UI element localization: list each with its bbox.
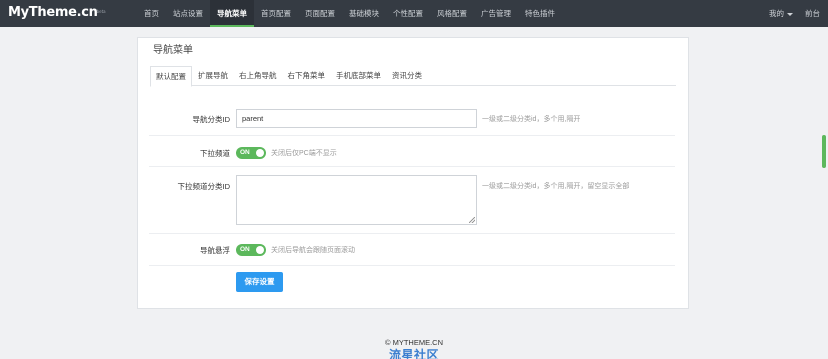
nav-item-ads[interactable]: 广告管理 (474, 0, 518, 27)
toggle-knob (256, 149, 264, 157)
user-menu[interactable]: 我的 (769, 8, 793, 19)
settings-tabs: 默认配置 扩展导航 右上角导航 右下角菜单 手机底部菜单 资讯分类 (150, 66, 676, 87)
nav-item-personal-config[interactable]: 个性配置 (386, 0, 430, 27)
toggle-state-label: ON (240, 246, 250, 253)
tab-news-categories[interactable]: 资讯分类 (387, 66, 427, 86)
dropdown-category-hint: 一级或二级分类id，多个用,隔开，留空显示全部 (482, 183, 630, 190)
row-divider (149, 233, 675, 234)
row-divider (149, 265, 675, 266)
chevron-down-icon (787, 12, 793, 16)
nav-float-label: 导航悬浮 (200, 246, 230, 255)
logo[interactable]: MyTheme.cn beta (8, 4, 106, 21)
watermark-logo: 流星社区 (388, 348, 439, 359)
logo-badge: beta (96, 9, 106, 14)
dropdown-channel-toggle[interactable]: ON (236, 147, 266, 159)
save-button[interactable]: 保存设置 (236, 272, 283, 292)
nav-item-plugins[interactable]: 特色插件 (518, 0, 562, 27)
row-divider (149, 135, 675, 136)
tab-top-right-nav[interactable]: 右上角导航 (234, 66, 282, 86)
nav-item-home-config[interactable]: 首页配置 (254, 0, 298, 27)
logo-text: MyTheme.cn (8, 5, 98, 20)
dropdown-category-label: 下拉频道分类ID (177, 182, 231, 191)
nav-category-input[interactable]: parent (236, 109, 477, 128)
nav-item-nav-menu[interactable]: 导航菜单 (210, 0, 254, 27)
toggle-knob (256, 246, 264, 254)
tab-extended-nav[interactable]: 扩展导航 (193, 66, 233, 86)
nav-item-style-config[interactable]: 风格配置 (430, 0, 474, 27)
dropdown-channel-hint: 关闭后仅PC端不显示 (271, 150, 337, 157)
nav-menu-panel: 导航菜单 默认配置 扩展导航 右上角导航 右下角菜单 手机底部菜单 资讯分类 (137, 37, 689, 309)
row-divider (149, 166, 675, 167)
tab-default-config[interactable]: 默认配置 (150, 66, 192, 87)
main-nav: 首页 站点设置 导航菜单 首页配置 页面配置 基础模块 个性配置 风格配置 广告… (137, 0, 562, 27)
user-menu-label: 我的 (769, 9, 784, 18)
frontend-link[interactable]: 前台 (805, 8, 820, 19)
nav-category-hint: 一级或二级分类id，多个用,隔开 (482, 116, 581, 123)
toggle-state-label: ON (240, 149, 250, 156)
panel-title: 导航菜单 (151, 41, 195, 56)
dropdown-category-textarea[interactable] (236, 175, 477, 225)
dropdown-channel-label: 下拉频道 (200, 149, 230, 158)
nav-float-toggle[interactable]: ON (236, 244, 266, 256)
tab-bottom-right-menu[interactable]: 右下角菜单 (283, 66, 331, 86)
nav-float-hint: 关闭后导航会跟随页面滚动 (271, 247, 355, 254)
top-right-actions: 我的 前台 (769, 0, 820, 27)
page-scrollbar[interactable] (822, 135, 826, 168)
nav-category-label: 导航分类ID (192, 115, 231, 124)
nav-item-base-modules[interactable]: 基础模块 (342, 0, 386, 27)
tab-mobile-bottom-menu[interactable]: 手机底部菜单 (331, 66, 386, 86)
nav-item-home[interactable]: 首页 (137, 0, 166, 27)
nav-item-page-config[interactable]: 页面配置 (298, 0, 342, 27)
resize-handle-icon[interactable] (469, 217, 475, 223)
top-nav-bar: MyTheme.cn beta 首页 站点设置 导航菜单 首页配置 页面配置 基… (0, 0, 828, 27)
nav-item-site-settings[interactable]: 站点设置 (166, 0, 210, 27)
